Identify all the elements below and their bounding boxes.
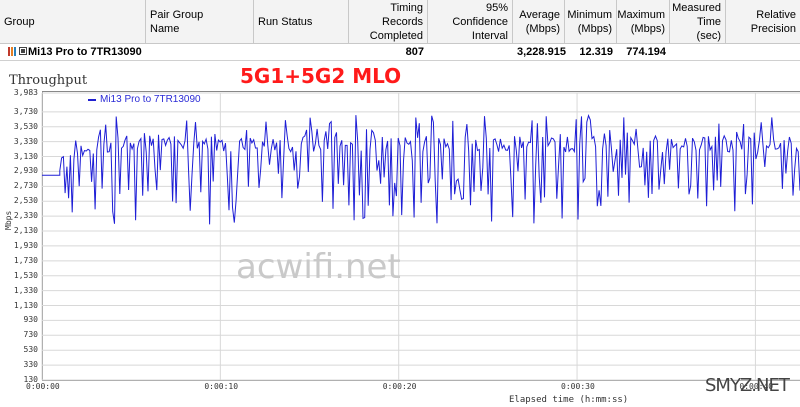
y-tick-label: 3,130 — [13, 151, 38, 161]
x-tick-label: 0:00:30 — [561, 382, 595, 391]
y-axis-label: Mbps — [4, 210, 13, 230]
y-tick-label: 2,930 — [13, 166, 38, 176]
legend-label: Mi13 Pro to 7TR13090 — [100, 94, 201, 105]
x-axis-label: Elapsed time (h:mm:ss) — [509, 395, 629, 405]
y-tick-label: 3,730 — [13, 106, 38, 116]
y-tick-label: 530 — [23, 345, 38, 355]
y-tick-label: 1,530 — [13, 270, 38, 280]
y-tick-label: 1,330 — [13, 285, 38, 295]
throughput-chart — [41, 92, 800, 381]
y-tick-label: 1,130 — [13, 300, 38, 310]
x-tick-label: 0:00:10 — [204, 382, 239, 391]
y-tick-label: 1,730 — [13, 255, 38, 265]
corner-watermark: SMYZ.NET — [705, 375, 790, 396]
x-tick-label: 0:00:00 — [26, 382, 60, 391]
y-tick-label: 3,330 — [13, 136, 38, 146]
legend: Mi13 Pro to 7TR13090 — [88, 94, 201, 105]
y-tick-label: 1,930 — [13, 240, 38, 250]
y-tick-label: 3,983 — [13, 88, 38, 97]
legend-swatch — [88, 98, 96, 101]
y-tick-label: 2,730 — [13, 181, 38, 191]
series-line — [42, 114, 800, 225]
x-tick-label: 0:00:20 — [382, 382, 417, 391]
y-tick-label: 330 — [23, 360, 38, 370]
y-tick-label: 930 — [23, 315, 38, 325]
y-tick-label: 3,530 — [13, 121, 38, 131]
y-tick-label: 2,530 — [13, 196, 38, 206]
y-tick-label: 730 — [23, 330, 38, 340]
watermark: acwifi.net — [236, 247, 401, 287]
